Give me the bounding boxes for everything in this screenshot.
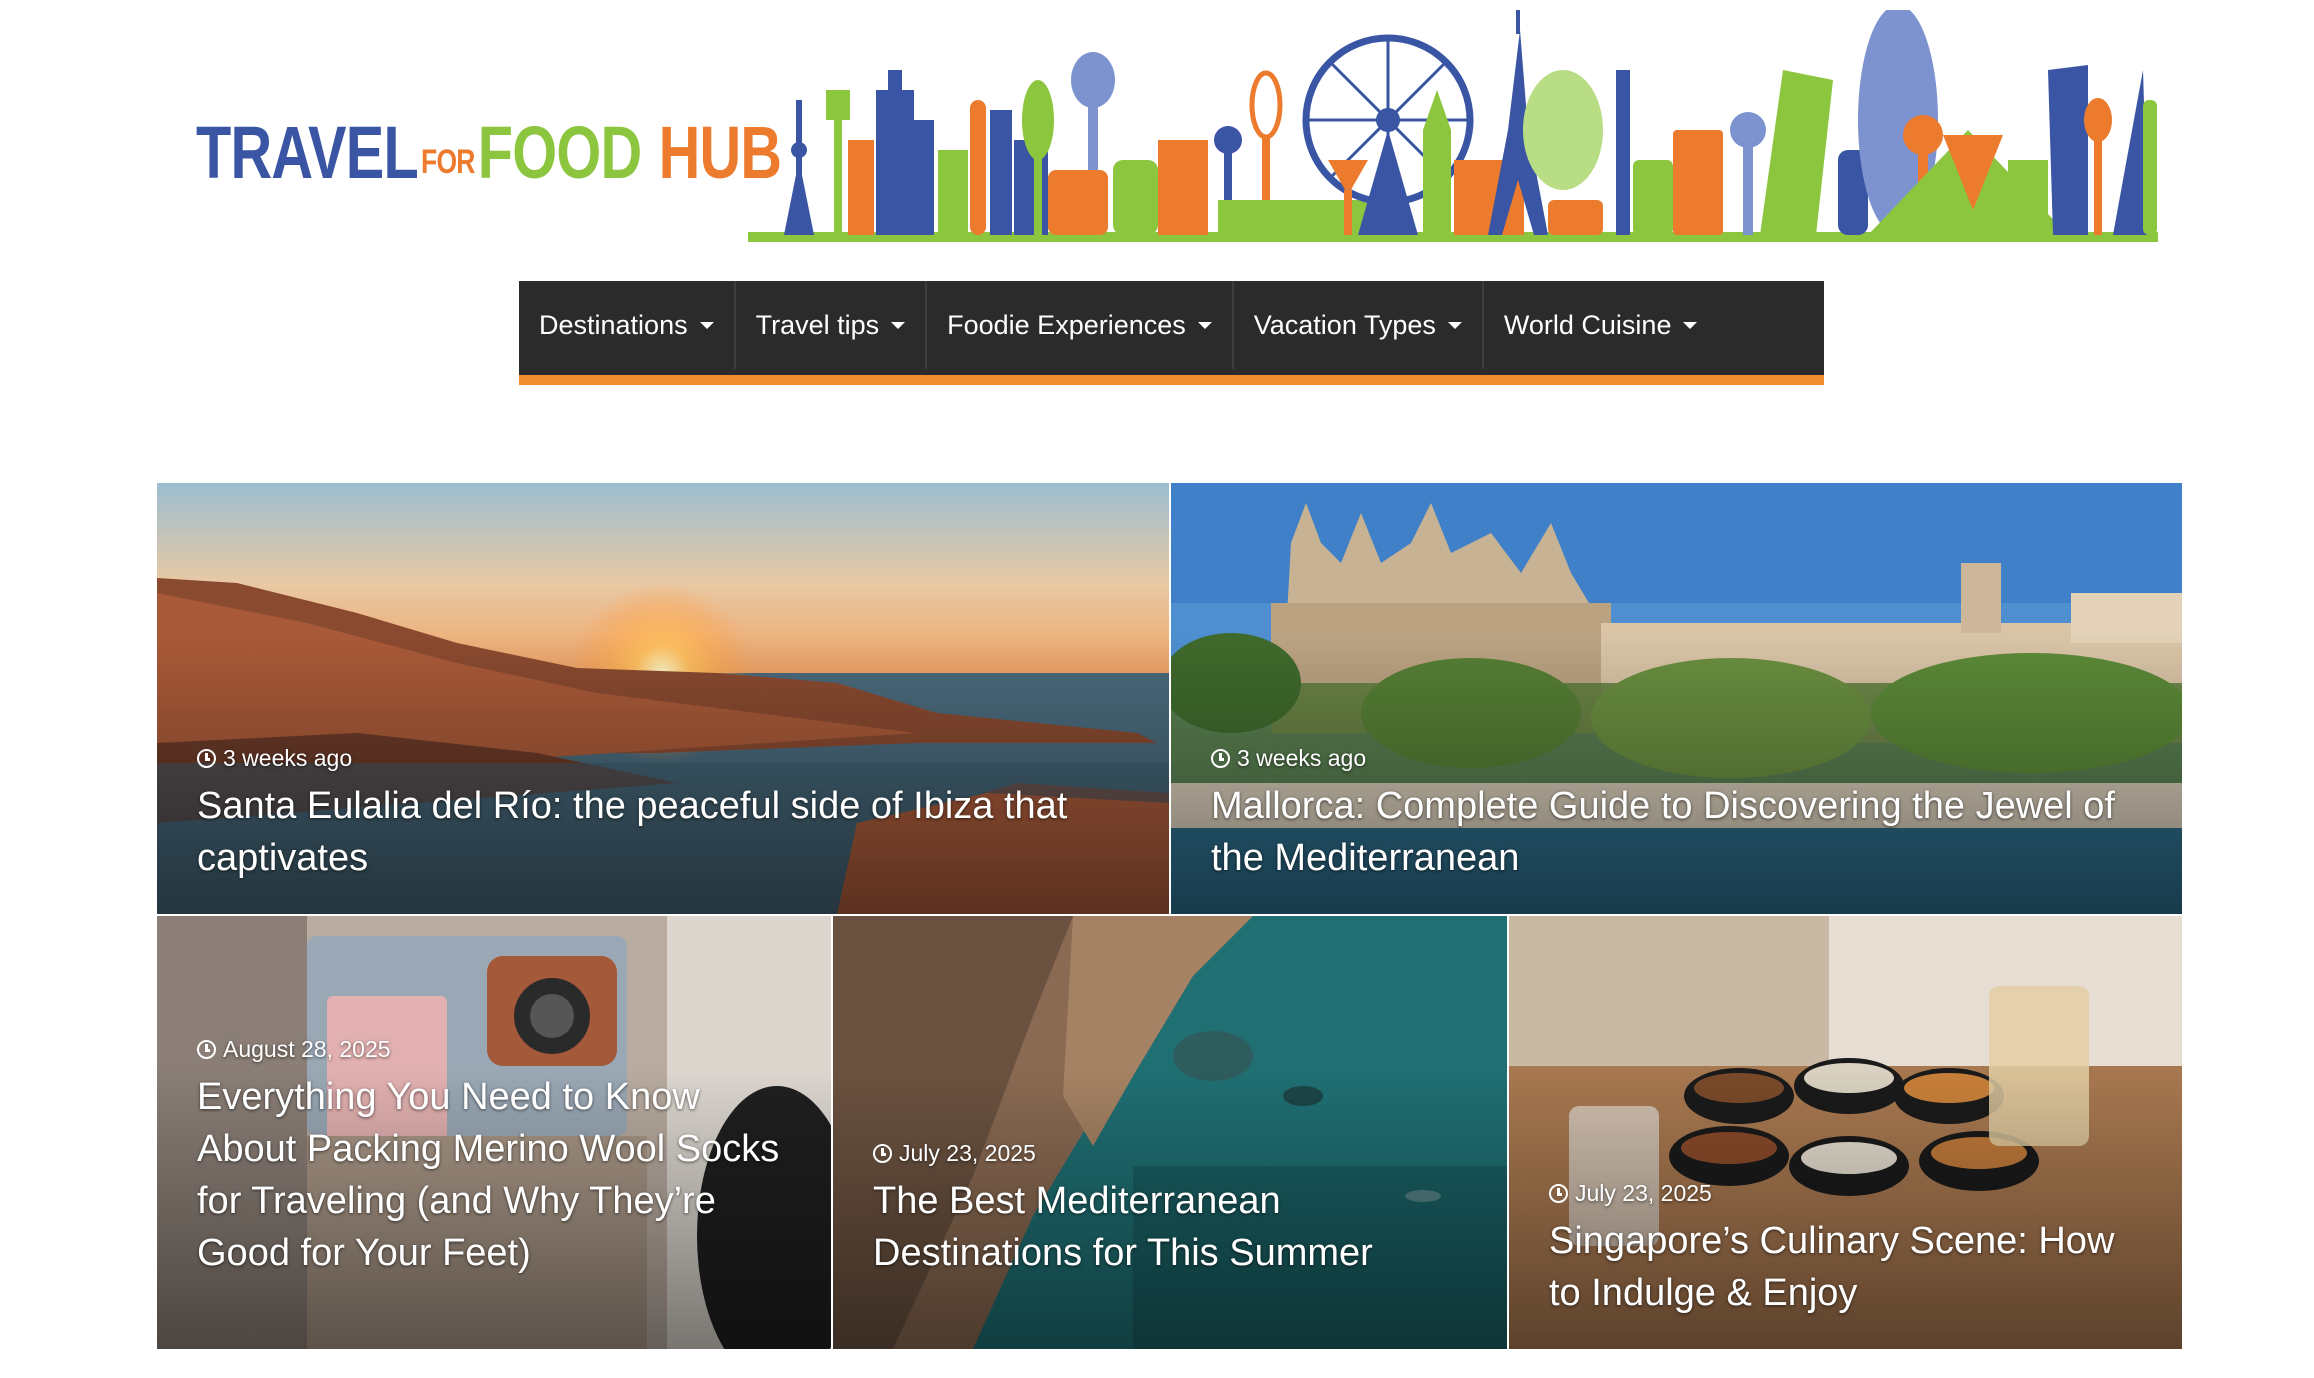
nav-item-label: Foodie Experiences — [947, 309, 1186, 340]
clock-icon — [1211, 749, 1230, 768]
nav-item-destinations[interactable]: Destinations — [519, 281, 736, 369]
logo-word-travel: TRAVEL — [196, 111, 419, 194]
post-date-text: July 23, 2025 — [899, 1140, 1036, 1166]
nav-item-label: Destinations — [539, 309, 688, 340]
post-date: 3 weeks ago — [197, 745, 1133, 772]
clock-icon — [197, 749, 216, 768]
nav-item-label: Travel tips — [755, 309, 880, 340]
site-logo[interactable]: TRAVEL FOR FOOD HUB — [196, 110, 782, 194]
post-date-text: July 23, 2025 — [1575, 1180, 1712, 1206]
post-title[interactable]: Mallorca: Complete Guide to Discovering … — [1211, 780, 2146, 884]
post-title[interactable]: Santa Eulalia del Río: the peaceful side… — [197, 780, 1133, 884]
post-date: July 23, 2025 — [1549, 1180, 2146, 1207]
featured-posts-grid: 3 weeks ago Santa Eulalia del Río: the p… — [157, 483, 2182, 1349]
post-date-text: 3 weeks ago — [1237, 745, 1367, 771]
nav-item-travel-tips[interactable]: Travel tips — [736, 281, 928, 369]
clock-icon — [1549, 1184, 1568, 1203]
post-date-text: August 28, 2025 — [223, 1036, 391, 1062]
clock-icon — [197, 1040, 216, 1059]
post-meta: August 28, 2025 Everything You Need to K… — [197, 1036, 795, 1279]
post-meta: July 23, 2025 The Best Mediterranean Des… — [873, 1140, 1471, 1279]
logo-word-food: FOOD — [477, 111, 642, 194]
post-date: July 23, 2025 — [873, 1140, 1471, 1167]
nav-accent-bar — [519, 375, 1824, 385]
post-title[interactable]: The Best Mediterranean Destinations for … — [873, 1175, 1471, 1279]
post-card-mediterranean-destinations[interactable]: July 23, 2025 The Best Mediterranean Des… — [833, 916, 1507, 1349]
post-date: 3 weeks ago — [1211, 745, 2146, 772]
nav-item-foodie-experiences[interactable]: Foodie Experiences — [927, 281, 1234, 369]
post-meta: July 23, 2025 Singapore’s Culinary Scene… — [1549, 1180, 2146, 1319]
caret-down-icon — [1197, 321, 1212, 329]
caret-down-icon — [891, 321, 906, 329]
site-header: TRAVEL FOR FOOD HUB — [0, 0, 2314, 260]
post-meta: 3 weeks ago Mallorca: Complete Guide to … — [1211, 745, 2146, 884]
post-card-santa-eulalia[interactable]: 3 weeks ago Santa Eulalia del Río: the p… — [157, 483, 1169, 914]
post-meta: 3 weeks ago Santa Eulalia del Río: the p… — [197, 745, 1133, 884]
post-title[interactable]: Everything You Need to Know About Packin… — [197, 1071, 795, 1279]
clock-icon — [873, 1144, 892, 1163]
nav-item-world-cuisine[interactable]: World Cuisine — [1484, 281, 1718, 369]
post-card-singapore-culinary[interactable]: July 23, 2025 Singapore’s Culinary Scene… — [1509, 916, 2182, 1349]
caret-down-icon — [1447, 321, 1462, 329]
post-card-merino-socks[interactable]: August 28, 2025 Everything You Need to K… — [157, 916, 831, 1349]
main-navigation: Destinations Travel tips Foodie Experien… — [519, 281, 1824, 385]
logo-word-for: FOR — [421, 143, 475, 181]
post-date: August 28, 2025 — [197, 1036, 795, 1063]
post-date-text: 3 weeks ago — [223, 745, 353, 771]
nav-item-vacation-types[interactable]: Vacation Types — [1234, 281, 1484, 369]
skyline-banner-illustration — [748, 10, 2158, 242]
caret-down-icon — [699, 321, 714, 329]
post-title[interactable]: Singapore’s Culinary Scene: How to Indul… — [1549, 1215, 2146, 1319]
nav-item-label: World Cuisine — [1503, 309, 1672, 340]
post-card-mallorca[interactable]: 3 weeks ago Mallorca: Complete Guide to … — [1171, 483, 2182, 914]
caret-down-icon — [1683, 321, 1698, 329]
card-overlay — [833, 916, 1507, 1349]
nav-item-label: Vacation Types — [1253, 309, 1436, 340]
